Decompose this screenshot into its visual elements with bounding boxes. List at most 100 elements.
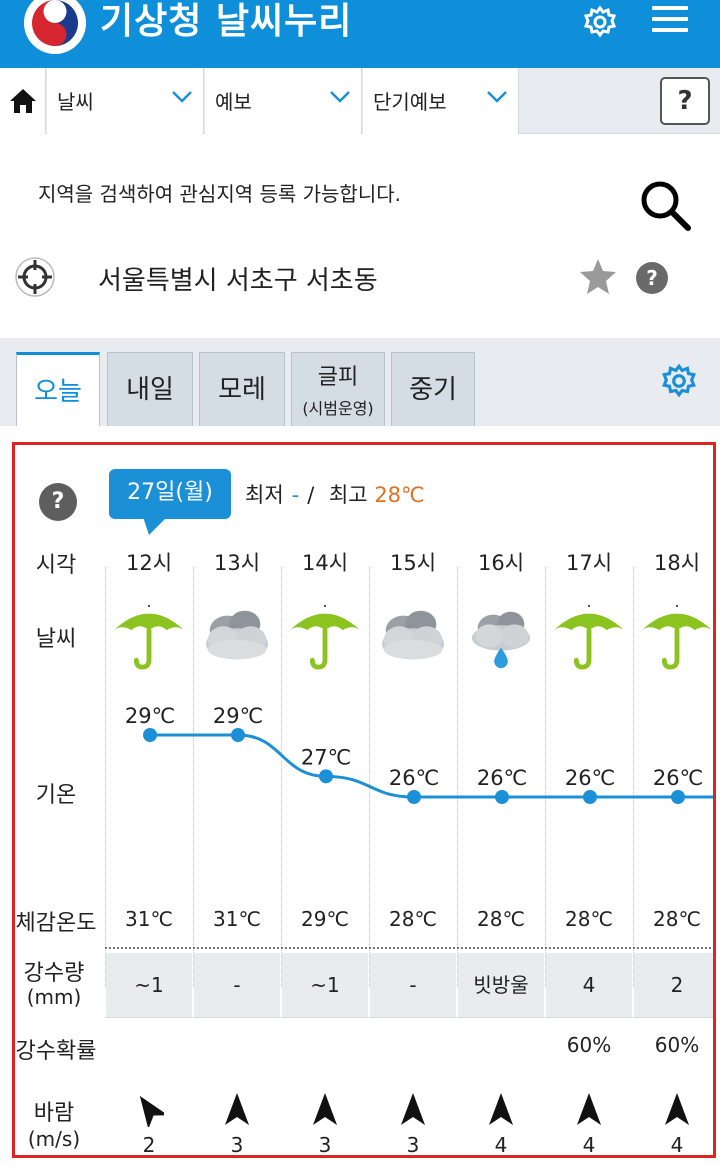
min-max-separator: / (307, 483, 315, 507)
wind-speed: 4 (670, 1133, 684, 1157)
wind-speed: 2 (142, 1133, 156, 1157)
cloudy-icon (369, 601, 457, 675)
tab-label: 중기 (409, 375, 457, 405)
wind-speed: 4 (582, 1133, 596, 1157)
forecast-help-button[interactable]: ? (39, 483, 77, 521)
max-label: 최고 (328, 483, 368, 507)
cloud-raindrop-icon (457, 601, 545, 675)
precip-amount: 2 (634, 953, 713, 1017)
precip-amount: ~1 (282, 953, 368, 1017)
hour-label: 16시 (477, 551, 525, 575)
hour-label: 17시 (565, 551, 613, 575)
nav-bar: 날씨 예보 단기예보 ? (0, 68, 720, 134)
wind-direction-arrow-icon (193, 1091, 281, 1131)
wind-direction-arrow-icon (281, 1091, 369, 1131)
temperature-point (231, 728, 245, 742)
temperature-line-chart: 29℃ 29℃ 27℃ 26℃ 26℃ 26℃ 26℃ (125, 704, 713, 804)
precip-amount: ~1 (106, 953, 192, 1017)
row-label-rain-unit: (mm) (26, 985, 82, 1009)
tab-day-after[interactable]: 모레 (199, 352, 285, 426)
precip-amount: 빗방울 (458, 953, 544, 1017)
nav-select-weather[interactable]: 날씨 (47, 68, 204, 134)
precip-amount: 4 (546, 953, 632, 1017)
precip-amount: - (370, 953, 456, 1017)
hour-label: 13시 (213, 551, 261, 575)
help-button[interactable]: ? (660, 77, 710, 125)
current-location-icon[interactable] (14, 256, 56, 298)
wind-speed: 4 (494, 1133, 508, 1157)
chevron-down-icon (330, 91, 350, 103)
feels-like-value: 28℃ (389, 907, 437, 931)
wind-speed: 3 (406, 1133, 420, 1157)
search-icon[interactable] (638, 178, 694, 234)
feels-like-value: 31℃ (125, 907, 173, 931)
temperature-point (319, 769, 333, 784)
divider (105, 947, 713, 949)
wind-direction-arrow-icon (105, 1091, 193, 1131)
temperature-label: 26℃ (389, 766, 439, 790)
min-max-temp: 최저 - / 최고 28℃ (245, 479, 425, 509)
feels-like-value: 31℃ (213, 907, 261, 931)
temperature-point (407, 790, 421, 804)
temperature-label: 27℃ (301, 745, 351, 769)
temperature-point (583, 790, 597, 804)
hamburger-menu-icon[interactable] (652, 6, 688, 36)
temperature-label: 29℃ (213, 704, 263, 728)
wind-direction-arrow-icon (633, 1091, 713, 1131)
umbrella-rain-icon (545, 601, 633, 675)
umbrella-rain-icon (105, 601, 193, 675)
temperature-label: 26℃ (565, 766, 615, 790)
home-icon[interactable] (0, 68, 46, 134)
tab-tomorrow[interactable]: 내일 (107, 352, 193, 426)
min-label: 최저 (245, 483, 284, 507)
tab-sublabel: (시범운영) (302, 399, 374, 418)
temperature-point (671, 790, 685, 804)
day-tab-bar: 오늘 내일 모레 글피 (시범운영) 중기 (0, 338, 720, 426)
precip-probability: 60% (566, 1033, 612, 1057)
gear-icon[interactable] (660, 362, 698, 400)
row-label-prob: 강수확률 (15, 1039, 97, 1064)
nav-select-label: 단기예보 (373, 90, 447, 114)
favorite-star-icon[interactable] (578, 256, 618, 296)
chevron-down-icon (172, 91, 192, 103)
tab-mid-term[interactable]: 중기 (391, 352, 475, 426)
tab-today[interactable]: 오늘 (16, 352, 100, 426)
row-label-rain: 강수량 (23, 961, 85, 986)
nav-select-short-term[interactable]: 단기예보 (363, 68, 519, 134)
location-help-button[interactable]: ? (636, 262, 668, 294)
kma-logo-icon[interactable] (24, 0, 86, 54)
tab-third-day[interactable]: 글피 (시범운영) (291, 352, 385, 426)
chevron-down-icon (487, 91, 507, 103)
nav-select-forecast[interactable]: 예보 (205, 68, 362, 134)
gear-icon[interactable] (582, 4, 618, 40)
temperature-label: 26℃ (477, 766, 527, 790)
umbrella-rain-icon (633, 601, 713, 675)
divider (105, 1017, 713, 1018)
row-label-wind-unit: (m/s) (27, 1127, 81, 1151)
temperature-point (143, 728, 157, 742)
search-hint: 지역을 검색하여 관심지역 등록 가능합니다. (38, 182, 401, 206)
umbrella-rain-icon (281, 601, 369, 675)
hourly-forecast-panel: ? 27일(월) 최저 - / 최고 28℃ 시각 날씨 기온 체감온도 강수량 (… (12, 442, 716, 1158)
tab-label: 오늘 (34, 377, 82, 407)
app-header: 기상청 날씨누리 (0, 0, 720, 68)
feels-like-value: 29℃ (301, 907, 349, 931)
nav-select-label: 날씨 (57, 90, 94, 114)
row-label-feel: 체감온도 (15, 911, 97, 936)
temperature-label: 26℃ (653, 766, 703, 790)
hour-label: 14시 (301, 551, 349, 575)
feels-like-value: 28℃ (477, 907, 525, 931)
precip-probability: 60% (654, 1033, 700, 1057)
temperature-label: 29℃ (125, 704, 175, 728)
feels-like-value: 28℃ (565, 907, 613, 931)
temperature-point (495, 790, 509, 804)
min-temp-value: - (291, 483, 300, 507)
wind-speed: 3 (318, 1133, 332, 1157)
date-badge: 27일(월) (109, 469, 231, 519)
row-label-wind: 바람 (33, 1101, 75, 1126)
location-name[interactable]: 서울특별시 서초구 서초동 (98, 260, 378, 297)
date-badge-pointer (143, 517, 167, 535)
hour-label: 15시 (389, 551, 437, 575)
row-label-hour: 시각 (35, 553, 77, 578)
app-title[interactable]: 기상청 날씨누리 (100, 0, 352, 44)
